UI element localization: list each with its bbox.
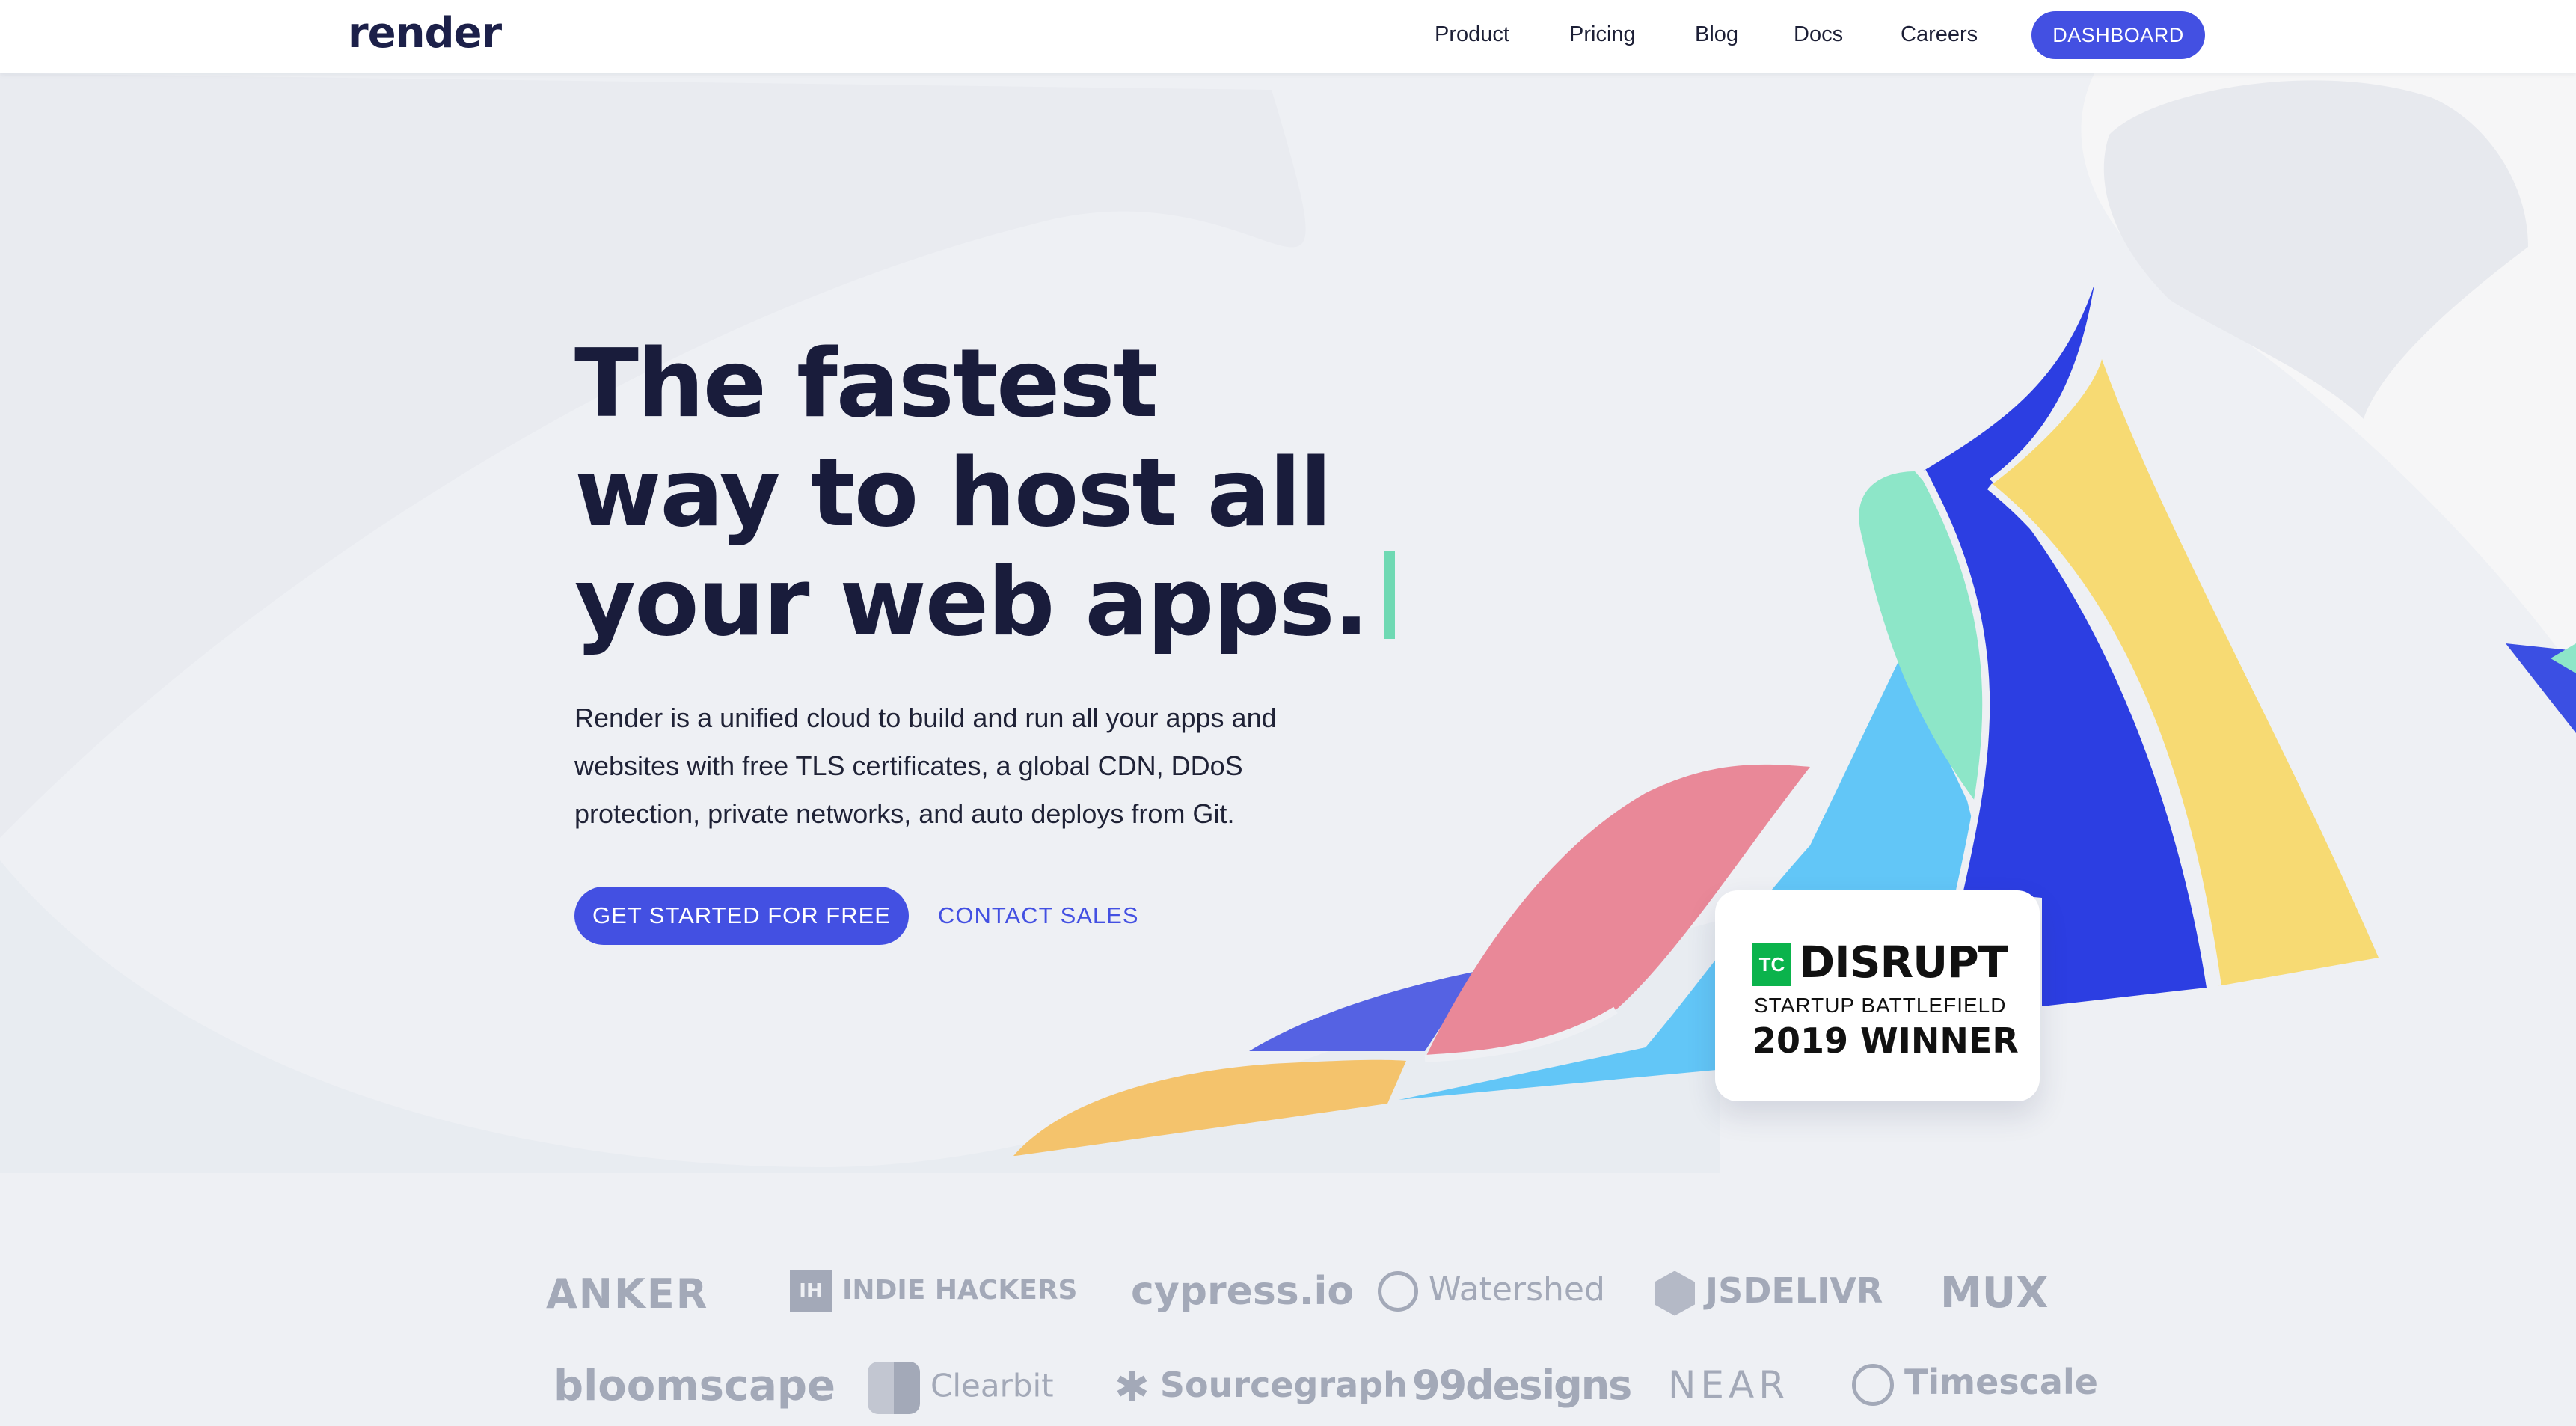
hero-subtext: Render is a unified cloud to build and r… (574, 703, 1277, 829)
disrupt-winner-badge: TC DISRUPT STARTUP BATTLEFIELD 2019 WINN… (1715, 890, 2040, 1101)
logo-99designs: 99designs (1412, 1362, 1632, 1409)
indie-hackers-icon: IH (790, 1270, 832, 1312)
jsdelivr-icon (1655, 1270, 1695, 1316)
logo-jsdelivr: JSDELIVR (1655, 1270, 1883, 1316)
logo-clearbit: Clearbit (868, 1362, 1054, 1414)
headline-line-3: your web apps. (574, 547, 1370, 657)
logo-mux: MUX (1940, 1269, 2049, 1318)
globe-icon (1378, 1271, 1418, 1312)
typing-cursor (1384, 551, 1395, 639)
headline-line-1: The fastest (574, 328, 1159, 438)
site-header: render Product Pricing Blog Docs Careers… (0, 0, 2576, 73)
logo-near: NEAR (1668, 1363, 1789, 1407)
logo-anker: ANKER (546, 1270, 709, 1318)
logo-sourcegraph: ✱ Sourcegraph (1114, 1363, 1408, 1412)
get-started-button[interactable]: GET STARTED FOR FREE (574, 887, 909, 945)
badge-subtitle: STARTUP BATTLEFIELD (1754, 994, 2007, 1017)
logo-indie-hackers: IH INDIE HACKERS (790, 1270, 1077, 1312)
tiger-icon (1852, 1363, 1894, 1406)
nav-docs[interactable]: Docs (1794, 22, 1843, 47)
badge-award: 2019 WINNER (1752, 1020, 2019, 1061)
hero-headline: The fastest way to host all your web app… (574, 329, 1395, 657)
logo-cypress: cypress.io (1131, 1269, 1355, 1314)
dashboard-button[interactable]: DASHBOARD (2031, 11, 2205, 59)
techcrunch-logo: TC (1752, 943, 1791, 986)
clearbit-icon (868, 1362, 920, 1414)
sourcegraph-icon: ✱ (1114, 1363, 1150, 1412)
logo-watershed: Watershed (1378, 1270, 1605, 1312)
contact-sales-link[interactable]: CONTACT SALES (938, 887, 1139, 945)
nav-careers[interactable]: Careers (1901, 22, 1978, 47)
customer-logos: ANKER IH INDIE HACKERS cypress.io Watersh… (0, 1242, 2576, 1426)
logo-bloomscape: bloomscape (553, 1362, 835, 1410)
badge-title: DISRUPT (1799, 937, 2008, 988)
headline-line-2: way to host all (574, 438, 1332, 548)
nav-blog[interactable]: Blog (1695, 22, 1738, 47)
logo-timescale: Timescale (1852, 1362, 2098, 1406)
nav-pricing[interactable]: Pricing (1569, 22, 1636, 47)
nav-product[interactable]: Product (1435, 22, 1509, 47)
